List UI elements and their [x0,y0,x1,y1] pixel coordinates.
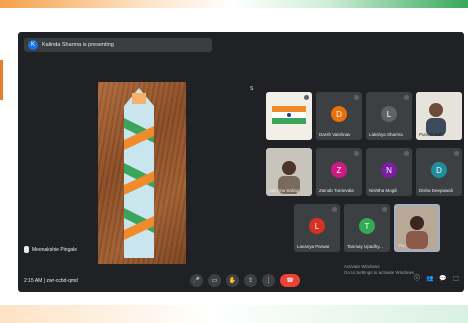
meeting-time-code: 2:15 AM | zwr-ccbd-qmd [24,278,78,284]
mic-off-icon [332,207,337,212]
mic-icon [24,246,29,253]
participant-avatar: L [309,218,325,234]
participant-tile[interactable]: Z Zainab Turnevala [316,148,362,196]
meet-window: K Kalinda Sharma is presenting Meenakshi… [18,32,464,292]
end-call-button[interactable]: ☎ [280,274,300,287]
participant-tile[interactable]: T Tanmay Upadhy... [344,204,390,252]
participant-name: You [398,243,406,248]
participant-tile[interactable] [266,92,312,140]
mic-off-icon [404,151,409,156]
participant-tile[interactable]: D Disha Deepawali [416,148,462,196]
participant-name: Nishtha Mogili [369,188,398,193]
mic-off-icon [354,95,359,100]
hand-icon: ✋ [228,278,237,284]
paper-bookmark-image [124,88,154,258]
mic-off-icon [404,95,409,100]
participant-tile[interactable]: Mahima Sahay [266,148,312,196]
more-icon: ⋮ [265,278,272,284]
meeting-controls-bar: 2:15 AM | zwr-ccbd-qmd 🎤 ▭ ✋ ⇪ ⋮ ☎ ⓘ 👥 💬… [18,270,464,292]
participant-tile[interactable]: N Nishtha Mogili [366,148,412,196]
present-button[interactable]: ⇪ [244,274,257,287]
participant-avatar: D [431,162,447,178]
tricolor-bottom-border [0,305,468,323]
participant-avatar: Z [331,162,347,178]
tile-corner-label: S [250,86,254,92]
activities-icon[interactable]: ⬚ [452,275,460,283]
mic-off-icon [454,151,459,156]
participant-avatar: N [381,162,397,178]
people-icon[interactable]: 👥 [426,275,434,283]
presenter-avatar: K [28,40,38,50]
present-icon: ⇪ [247,278,254,284]
participant-name: Tanmay Upadhy... [347,244,383,249]
tricolor-side-accent [0,60,3,100]
camera-icon: ▭ [211,278,218,284]
phone-hangup-icon: ☎ [286,278,294,284]
mic-off-icon [304,95,309,100]
participant-tile[interactable]: L Lakshya Sharma [366,92,412,140]
microphone-button[interactable]: 🎤 [190,274,203,287]
participant-name: Mahima Sahay [269,188,300,193]
participant-avatar: D [331,106,347,122]
participant-name: Zainab Turnevala [319,188,354,193]
participant-name: Darsh Vaishnav [319,132,351,137]
tricolor-top-border [0,0,468,8]
participant-tile[interactable]: L Lavanya Parwar [294,204,340,252]
raise-hand-button[interactable]: ✋ [226,274,239,287]
mic-off-icon [354,151,359,156]
participant-name: Disha Deepawali [419,188,453,193]
mic-off-icon [382,207,387,212]
participant-avatar: T [359,218,375,234]
participant-avatar: L [381,106,397,122]
participant-name: Purohit Kant [419,132,444,137]
self-video-tile[interactable]: You [394,204,440,252]
main-presentation-video [98,82,186,264]
camera-button[interactable]: ▭ [208,274,221,287]
side-panel-buttons: ⓘ 👥 💬 ⬚ [413,275,460,283]
presenting-text: Kalinda Sharma is presenting [42,42,114,48]
chat-icon[interactable]: 💬 [439,275,447,283]
participant-name: Lakshya Sharma [369,132,403,137]
info-icon[interactable]: ⓘ [413,275,421,283]
mic-icon: 🎤 [192,278,201,284]
participant-tile[interactable]: Purohit Kant [416,92,462,140]
participant-tile[interactable]: D Darsh Vaishnav [316,92,362,140]
presenting-banner[interactable]: K Kalinda Sharma is presenting [24,38,212,52]
participant-name: Lavanya Parwar [297,244,330,249]
more-options-button[interactable]: ⋮ [262,274,275,287]
main-video-name: Meenakshie Pingale [24,246,77,253]
